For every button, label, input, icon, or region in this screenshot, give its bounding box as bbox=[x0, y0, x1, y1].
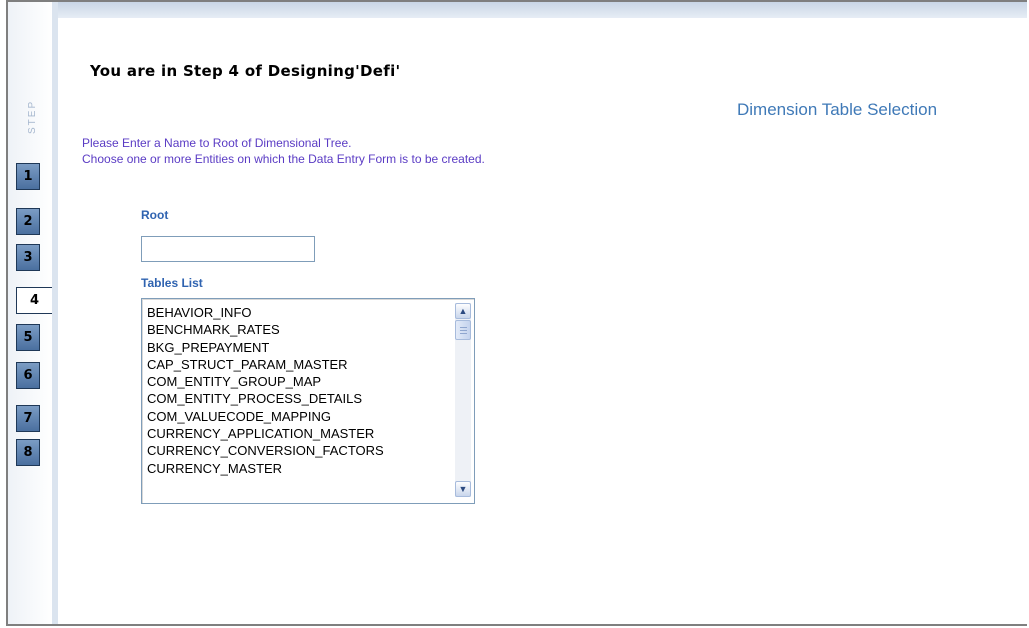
grip-line bbox=[460, 327, 467, 328]
list-item[interactable]: COM_ENTITY_GROUP_MAP bbox=[147, 373, 454, 390]
step-tab-8[interactable]: 8 bbox=[16, 439, 40, 466]
tables-options: BEHAVIOR_INFO BENCHMARK_RATES BKG_PREPAY… bbox=[147, 304, 454, 477]
step-tab-6[interactable]: 6 bbox=[16, 362, 40, 389]
step-tab-5[interactable]: 5 bbox=[16, 324, 40, 351]
step-sidebar-label: STEP bbox=[27, 99, 38, 134]
top-bar bbox=[58, 2, 1027, 18]
tables-listbox[interactable]: BEHAVIOR_INFO BENCHMARK_RATES BKG_PREPAY… bbox=[141, 298, 475, 504]
instruction-text-1: Please Enter a Name to Root of Dimension… bbox=[82, 136, 352, 150]
instruction-text-2: Choose one or more Entities on which the… bbox=[82, 152, 485, 166]
root-label: Root bbox=[141, 208, 169, 222]
list-item[interactable]: BKG_PREPAYMENT bbox=[147, 339, 454, 356]
chevron-up-icon[interactable]: ▲ bbox=[455, 303, 471, 319]
step-tab-2[interactable]: 2 bbox=[16, 208, 40, 235]
step-tab-3[interactable]: 3 bbox=[16, 244, 40, 271]
list-item[interactable]: COM_ENTITY_PROCESS_DETAILS bbox=[147, 390, 454, 407]
step-tab-1[interactable]: 1 bbox=[16, 163, 40, 190]
list-item[interactable]: COM_VALUECODE_MAPPING bbox=[147, 408, 454, 425]
listbox-scrollbar[interactable]: ▲ ▼ bbox=[455, 303, 471, 497]
list-item[interactable]: CURRENCY_CONVERSION_FACTORS bbox=[147, 442, 454, 459]
list-item[interactable]: BENCHMARK_RATES bbox=[147, 321, 454, 338]
section-title: Dimension Table Selection bbox=[737, 100, 938, 119]
page-title: You are in Step 4 of Designing'Defi' bbox=[90, 62, 401, 80]
scrollbar-thumb[interactable] bbox=[455, 320, 471, 340]
tables-list-label: Tables List bbox=[141, 276, 203, 290]
grip-line bbox=[460, 330, 467, 331]
list-item[interactable]: CAP_STRUCT_PARAM_MASTER bbox=[147, 356, 454, 373]
root-input[interactable] bbox=[141, 236, 315, 262]
list-item[interactable]: CURRENCY_APPLICATION_MASTER bbox=[147, 425, 454, 442]
grip-line bbox=[460, 333, 467, 334]
sidebar-edge bbox=[52, 2, 58, 624]
chevron-down-icon[interactable]: ▼ bbox=[455, 481, 471, 497]
step-tab-7[interactable]: 7 bbox=[16, 405, 40, 432]
list-item[interactable]: CURRENCY_MASTER bbox=[147, 460, 454, 477]
step-tab-4[interactable]: 4 bbox=[16, 287, 52, 314]
list-item[interactable]: BEHAVIOR_INFO bbox=[147, 304, 454, 321]
